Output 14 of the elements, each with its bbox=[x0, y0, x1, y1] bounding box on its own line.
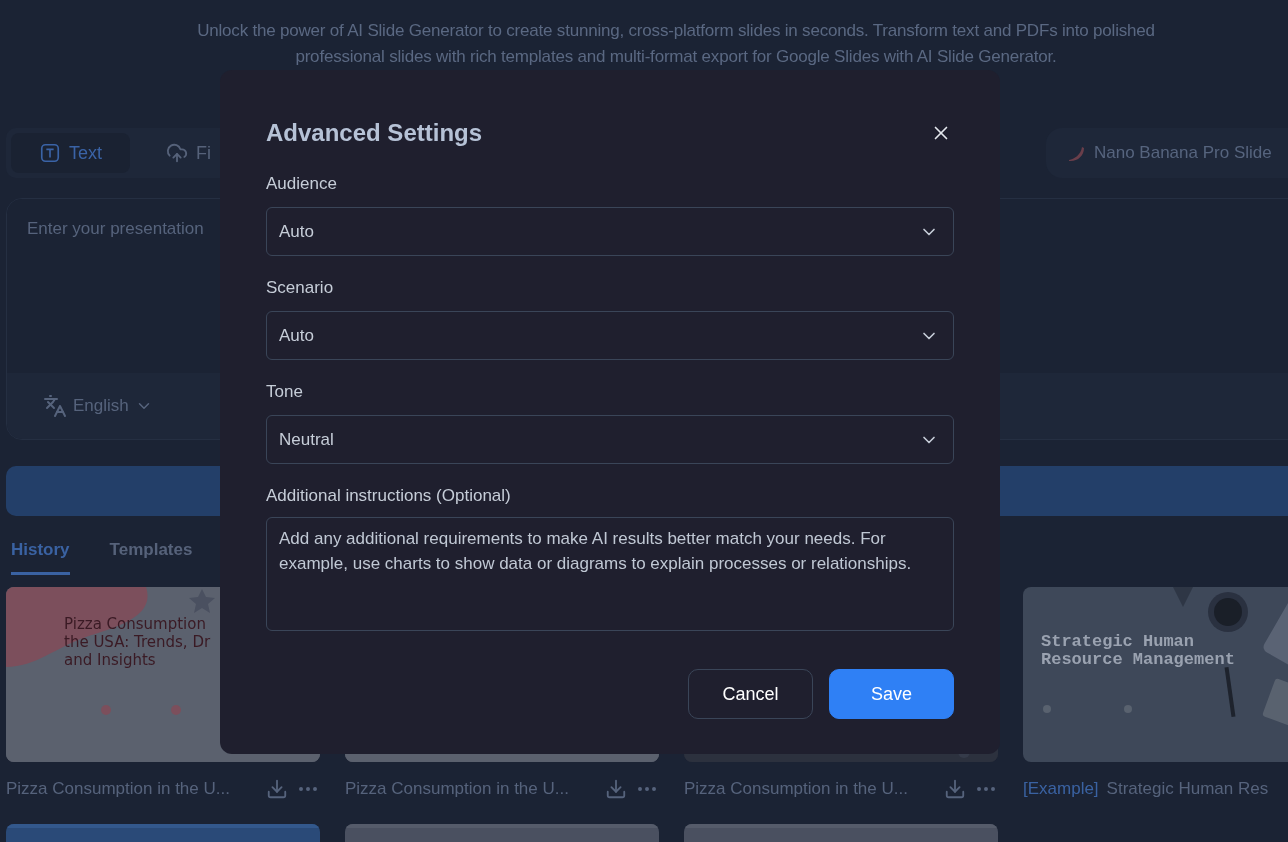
page-subtitle: professional slides with rich templates and multi-format export for Google Slides with AI Slide Generator. bbox=[295, 46, 1057, 68]
card-caption: Pizza Consumption in the U... bbox=[684, 779, 909, 799]
field-label: Scenario bbox=[266, 278, 335, 299]
dialog-title: Advanced Settings bbox=[266, 119, 483, 147]
card-caption: Pizza Consumption in the U... bbox=[345, 779, 570, 799]
slide-title: Strategic Human Resource Management bbox=[1041, 633, 1235, 669]
card-caption: Strategic Human Res bbox=[1106, 779, 1270, 799]
field-label: Audience bbox=[266, 174, 338, 195]
field-label: Additional instructions (Optional) bbox=[266, 486, 512, 507]
slide-title: Pizza Consumption the USA: Trends, Dr and Insights bbox=[64, 615, 211, 669]
field-label: Tone bbox=[266, 382, 304, 403]
card-caption: Pizza Consumption in the U... bbox=[6, 779, 231, 799]
example-tag: [Example] bbox=[1023, 779, 1099, 799]
page-subtitle: Unlock the power of AI Slide Generator to create stunning, cross-platform slides in seconds. Transform text and PDFs into polished bbox=[197, 20, 1155, 42]
